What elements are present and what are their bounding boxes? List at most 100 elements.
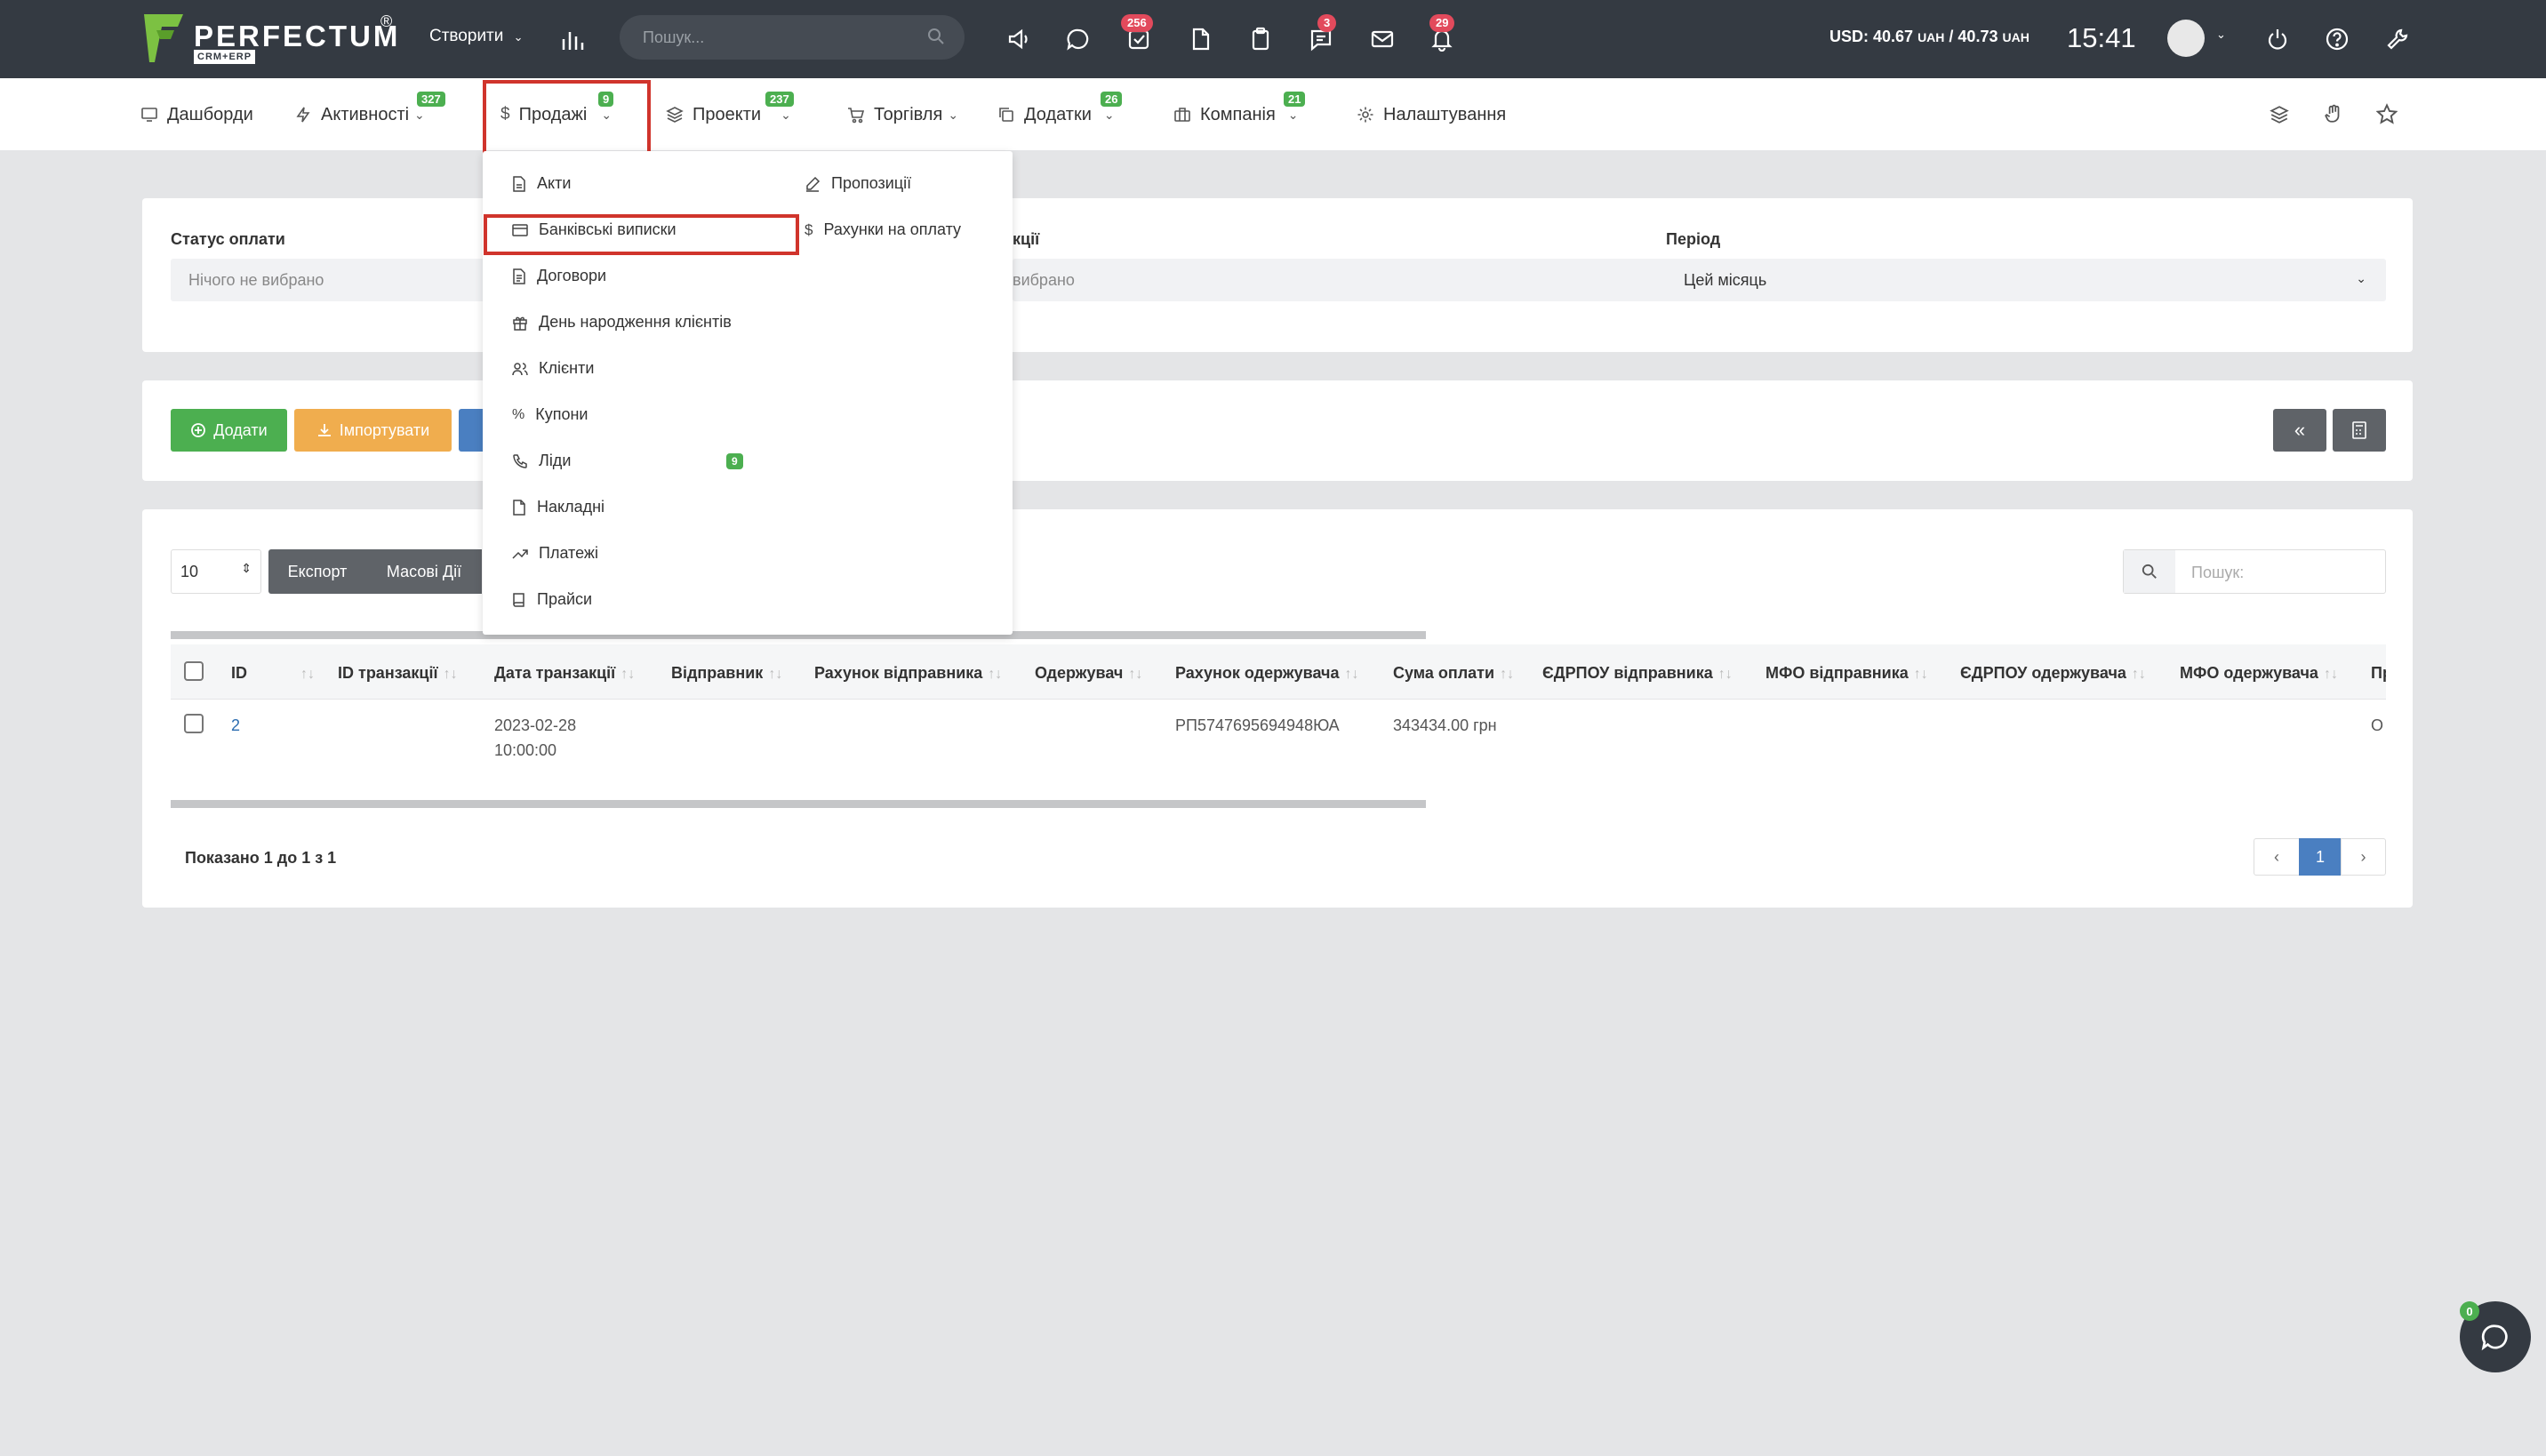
pagination-page-1[interactable]: 1 <box>2299 838 2342 876</box>
import-button[interactable]: Імпортувати <box>294 409 452 452</box>
mail-icon[interactable] <box>1365 21 1400 57</box>
chevron-down-icon: ⌄ <box>2356 271 2366 285</box>
create-menu-button[interactable]: Створити ⌄ <box>429 27 524 46</box>
chat-bubble-icon <box>2481 1324 2508 1351</box>
column-header-recipient-edrpou[interactable]: ЄДРПОУ одержувача ↑↓ <box>1960 664 2146 683</box>
gift-icon <box>513 316 527 331</box>
menu-item-coupons[interactable]: % Купони <box>512 405 588 424</box>
notifications-badge: 29 <box>1429 14 1455 32</box>
phone-icon <box>513 453 527 468</box>
sort-icon: ↑↓ <box>1913 667 1928 682</box>
hand-icon[interactable] <box>2324 104 2343 124</box>
nav-item-dashboards[interactable]: Дашборди <box>140 101 253 128</box>
page-size-select[interactable]: 10 ⇕ <box>171 549 261 594</box>
file-icon <box>513 175 525 192</box>
nav-label-activities: Активності <box>321 104 410 124</box>
transaction-filter-select[interactable]: вибрано ⌄ <box>1013 259 1724 301</box>
menu-item-contracts[interactable]: Договори <box>512 267 606 285</box>
layers-icon[interactable] <box>2270 105 2289 124</box>
global-search-input[interactable]: Пошук... <box>620 15 965 60</box>
column-header-sender-mfo[interactable]: МФО відправника ↑↓ <box>1765 664 1928 683</box>
help-icon[interactable] <box>2319 21 2355 57</box>
pagination-next[interactable]: › <box>2341 838 2386 876</box>
period-value: Цей місяць <box>1684 271 1767 289</box>
row-id-link[interactable]: 2 <box>231 716 240 735</box>
logo[interactable]: PERFECTUM ® CRM+ERP <box>142 12 409 68</box>
menu-item-payments[interactable]: Платежі <box>512 544 598 563</box>
nav-label-trade: Торгівля <box>874 104 943 124</box>
menu-item-clients[interactable]: Клієнти <box>512 359 594 378</box>
menu-item-leads[interactable]: Ліди <box>512 452 571 470</box>
star-icon[interactable] <box>2376 103 2398 124</box>
nav-item-company[interactable]: Компанія 21 ⌄ <box>1173 92 1306 128</box>
column-header-recipient-mfo[interactable]: МФО одержувача ↑↓ <box>2180 664 2338 683</box>
nav-item-settings[interactable]: Налаштування <box>1357 101 1506 128</box>
column-header-sender-edrpou[interactable]: ЄДРПОУ відправника ↑↓ <box>1542 664 1733 683</box>
main-navigation: Дашборди Активності 327 ⌄ $ Продажі 9 ⌄ … <box>0 78 2546 151</box>
table-search[interactable]: Пошук: <box>2123 549 2386 594</box>
logo-text: PERFECTUM <box>194 20 401 52</box>
rate-value: USD: 40.67 <box>1829 28 1914 45</box>
sort-icon: ↑↓ <box>2323 667 2338 682</box>
clipboard-icon[interactable] <box>1243 21 1278 57</box>
bulk-actions-button[interactable]: Масові Дії <box>366 549 482 594</box>
transaction-filter-label: кції <box>1013 230 1040 248</box>
menu-item-acts[interactable]: Акти <box>512 174 571 193</box>
bell-icon[interactable]: 29 <box>1424 14 1460 57</box>
nav-item-addons[interactable]: Додатки 26 ⌄ <box>997 92 1123 128</box>
nav-label-settings: Налаштування <box>1383 104 1507 124</box>
power-icon[interactable] <box>2260 21 2295 57</box>
column-header-recipient[interactable]: Одержувач ↑↓ <box>1035 664 1142 683</box>
chat-badge: 0 <box>2460 1301 2479 1321</box>
download-icon <box>317 424 331 436</box>
nav-item-projects[interactable]: Проекти 237 ⌄ <box>666 92 794 128</box>
messages-icon[interactable]: 3 <box>1303 14 1339 57</box>
wrench-icon[interactable] <box>2380 21 2415 57</box>
cart-icon <box>848 108 865 124</box>
rate-unit-1: UAH <box>1918 30 1945 44</box>
menu-item-payment-invoices[interactable]: $ Рахунки на оплату <box>805 220 961 239</box>
column-header-sender[interactable]: Відправник ↑↓ <box>671 664 782 683</box>
period-select[interactable]: Цей місяць ⌄ <box>1666 259 2386 301</box>
select-all-checkbox[interactable] <box>184 661 204 681</box>
menu-item-invoices-delivery[interactable]: Накладні <box>512 498 604 516</box>
megaphone-icon[interactable] <box>1001 21 1037 57</box>
user-avatar[interactable] <box>2167 20 2205 57</box>
menu-item-price-lists[interactable]: Прайси <box>512 590 592 609</box>
nav-item-activities[interactable]: Активності 327 ⌄ <box>294 92 445 128</box>
copy-icon <box>999 108 1013 122</box>
document-icon[interactable] <box>1182 21 1218 57</box>
column-header-transaction-id[interactable]: ID транзакції ↑↓ <box>338 664 458 683</box>
nav-item-trade[interactable]: Торгівля ⌄ <box>847 101 958 128</box>
export-button[interactable]: Експорт <box>268 549 366 594</box>
column-header-recipient-account[interactable]: Рахунок одержувача ↑↓ <box>1175 664 1358 683</box>
calculator-icon <box>2352 421 2366 439</box>
tasks-check-icon[interactable]: 256 <box>1121 14 1157 57</box>
column-header-amount[interactable]: Сума оплати ↑↓ <box>1393 664 1514 683</box>
calculator-button[interactable] <box>2333 409 2386 452</box>
reports-chart-icon[interactable] <box>555 21 590 57</box>
support-chat-button[interactable]: 0 <box>2460 1301 2531 1372</box>
horizontal-scrollbar-bottom[interactable] <box>171 800 1426 808</box>
clock: 15:41 <box>2067 22 2136 53</box>
column-header-sender-account[interactable]: Рахунок відправника ↑↓ <box>814 664 1002 683</box>
row-amount: 343434.00 грн <box>1393 716 1497 734</box>
sort-icon: ↑↓ <box>1128 667 1143 682</box>
chevron-down-icon: ⌄ <box>1287 107 1299 122</box>
table-info: Показано 1 до 1 з 1 <box>185 849 337 867</box>
row-time: 10:00:00 <box>494 741 557 759</box>
column-header-id[interactable]: ID ↑↓ <box>231 664 315 683</box>
collapse-button[interactable]: « <box>2273 409 2326 452</box>
menu-item-client-birthdays[interactable]: День народження клієнтів <box>512 313 732 332</box>
chevron-down-icon[interactable]: ⌄ <box>2216 28 2226 42</box>
chat-bubble-icon[interactable] <box>1061 21 1096 57</box>
menu-item-proposals[interactable]: Пропозиції <box>805 174 911 193</box>
row-recipient-account: РП5747695694948ЮА <box>1175 716 1340 734</box>
column-header-transaction-date[interactable]: Дата транзакції ↑↓ <box>494 664 635 683</box>
row-checkbox[interactable] <box>184 714 204 733</box>
pagination-prev[interactable]: ‹ <box>2254 838 2300 876</box>
payment-status-value: Нічого не вибрано <box>188 271 324 289</box>
add-button[interactable]: Додати <box>171 409 287 452</box>
extra-action-button[interactable] <box>459 409 485 452</box>
column-header-truncated[interactable]: Пр <box>2371 664 2386 683</box>
